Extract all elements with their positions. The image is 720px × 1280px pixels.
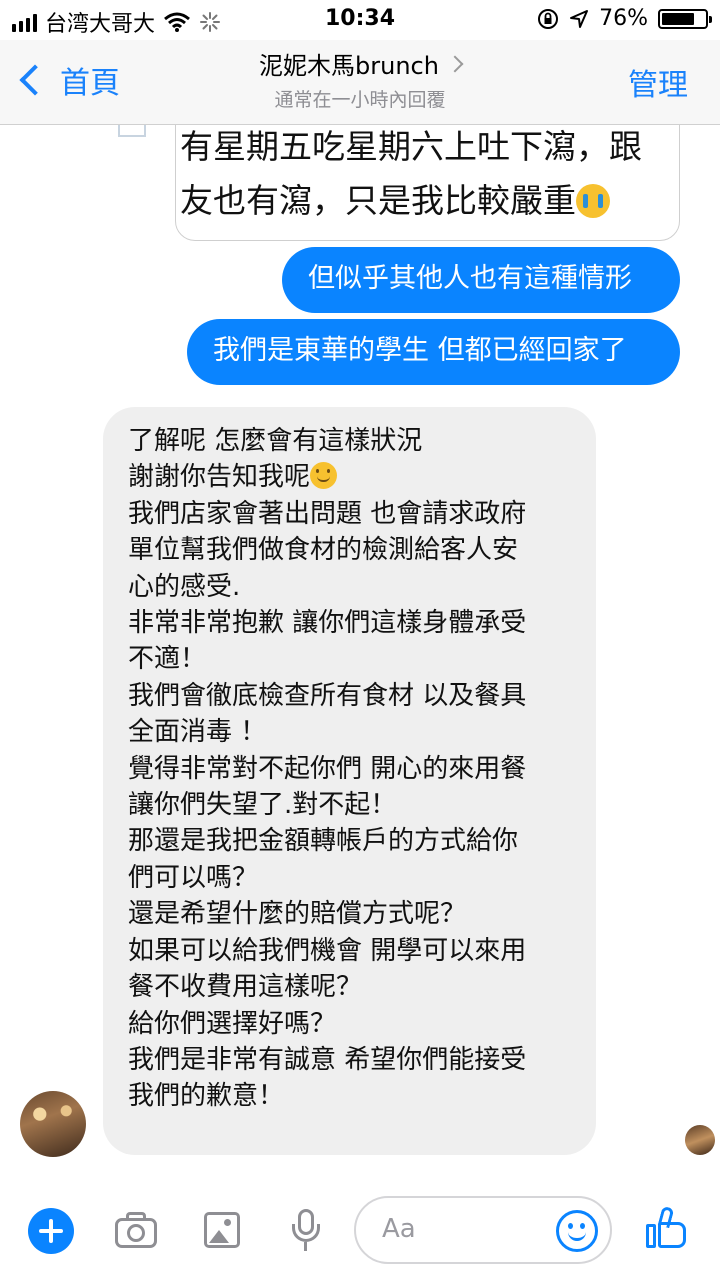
status-bar: 台湾大哥大 10:34 76% bbox=[0, 0, 720, 40]
message-input-placeholder: Aa bbox=[382, 1214, 416, 1244]
incoming-line: 全面消毒 ！ bbox=[128, 717, 267, 748]
sender-avatar[interactable] bbox=[20, 1091, 86, 1157]
incoming-line: 我們是非常有誠意 希望你們能接受 bbox=[128, 1044, 527, 1075]
incoming-line: 如果可以給我們機會 開學可以來用 bbox=[128, 935, 527, 966]
incoming-line: 那還是我把金額轉帳戶的方式給你 bbox=[128, 826, 519, 857]
incoming-line: 單位幫我們做食材的檢測給客人安 bbox=[128, 535, 519, 566]
incoming-line: 心的感受. bbox=[128, 571, 241, 602]
quoted-message[interactable]: 有星期五吃星期六上吐下瀉，跟 友也有瀉，只是我比較嚴重 bbox=[175, 125, 680, 241]
camera-icon[interactable] bbox=[113, 1206, 161, 1254]
incoming-line: 還是希望什麼的賠償方式呢？ bbox=[128, 899, 467, 930]
message-list[interactable]: 有星期五吃星期六上吐下瀉，跟 友也有瀉，只是我比較嚴重 但似乎其他人也有這種情形… bbox=[0, 125, 720, 1180]
conversation-title-row: 泥妮木馬brunch bbox=[259, 46, 464, 81]
battery-icon bbox=[658, 8, 712, 29]
incoming-line: 不適！ bbox=[128, 644, 207, 675]
message-input[interactable]: Aa bbox=[354, 1196, 612, 1264]
chevron-right-icon bbox=[446, 55, 464, 72]
quoted-line-2: 友也有瀉，只是我比較嚴重 bbox=[180, 174, 679, 228]
incoming-line: 我們會徹底檢查所有食材 以及餐具 bbox=[128, 680, 527, 711]
smiling-face-emoji-icon bbox=[310, 462, 338, 490]
status-right: 76% bbox=[537, 6, 712, 31]
incoming-line: 餐不收費用這樣呢？ bbox=[128, 972, 363, 1003]
orientation-lock-icon bbox=[538, 8, 559, 29]
incoming-line-with-emoji: 謝謝你告知我呢 bbox=[128, 459, 572, 495]
quote-indicator bbox=[118, 125, 146, 137]
incoming-line-text: 謝謝你告知我呢 bbox=[128, 462, 311, 493]
incoming-line: 非常非常抱歉 讓你們這樣身體承受 bbox=[128, 608, 527, 639]
plus-icon[interactable] bbox=[28, 1208, 74, 1254]
message-composer: Aa bbox=[0, 1180, 720, 1280]
location-icon bbox=[570, 9, 589, 28]
incoming-line: 覺得非常對不起你們 開心的來用餐 bbox=[128, 753, 527, 784]
incoming-line: 我們的歉意！ bbox=[128, 1081, 285, 1112]
microphone-icon[interactable] bbox=[283, 1206, 331, 1254]
incoming-message[interactable]: 了解呢 怎麼會有這樣狀況 謝謝你告知我呢 我們店家會著出問題 也會請求政府 單位… bbox=[103, 407, 596, 1155]
outgoing-message[interactable]: 但似乎其他人也有這種情形 bbox=[282, 247, 680, 313]
outgoing-message[interactable]: 我們是東華的學生 但都已經回家了 bbox=[187, 319, 680, 385]
manage-button[interactable]: 管理 bbox=[628, 60, 688, 104]
thumbs-up-icon[interactable] bbox=[644, 1204, 690, 1250]
incoming-line: 們可以嗎？ bbox=[128, 862, 259, 893]
incoming-line: 我們店家會著出問題 也會請求政府 bbox=[128, 498, 527, 529]
crying-face-emoji-icon bbox=[576, 184, 610, 218]
quoted-line-2-text: 友也有瀉，只是我比較嚴重 bbox=[180, 181, 576, 220]
read-receipt-avatar bbox=[685, 1125, 715, 1155]
conversation-header[interactable]: 泥妮木馬brunch 通常在一小時內回覆 bbox=[0, 46, 720, 112]
incoming-line: 給你們選擇好嗎？ bbox=[128, 1008, 337, 1039]
quoted-line-1: 有星期五吃星期六上吐下瀉，跟 bbox=[180, 127, 642, 166]
response-time-subtitle: 通常在一小時內回覆 bbox=[274, 89, 446, 111]
battery-fill bbox=[662, 12, 694, 25]
battery-percent: 76% bbox=[599, 6, 648, 31]
navigation-bar: 首頁 泥妮木馬brunch 通常在一小時內回覆 管理 bbox=[0, 40, 720, 125]
conversation-title: 泥妮木馬brunch bbox=[259, 52, 439, 80]
emoji-icon[interactable] bbox=[556, 1210, 598, 1252]
incoming-line: 讓你們失望了.對不起！ bbox=[128, 790, 397, 821]
photo-icon[interactable] bbox=[201, 1206, 249, 1254]
incoming-line: 了解呢 怎麼會有這樣狀況 bbox=[128, 426, 423, 456]
